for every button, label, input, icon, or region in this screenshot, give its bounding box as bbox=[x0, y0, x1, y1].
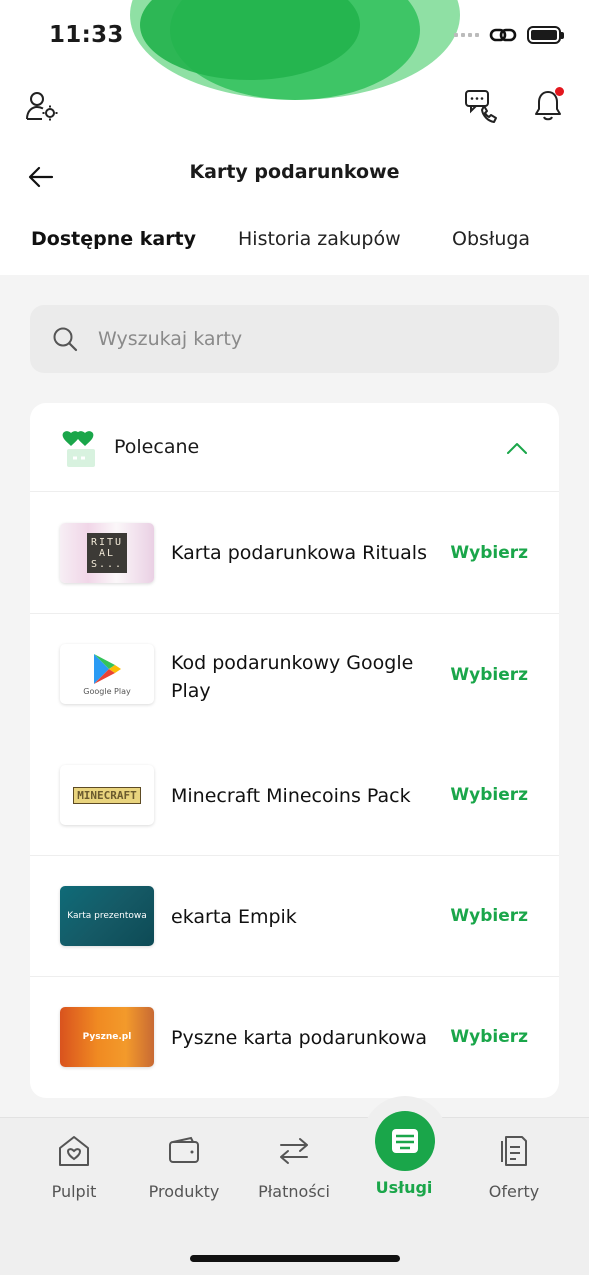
tab-purchase-history[interactable]: Historia zakupów bbox=[238, 228, 401, 250]
status-icons bbox=[454, 26, 564, 44]
rituals-logo: RITUALS... bbox=[60, 523, 154, 583]
nav-item-produkty[interactable]: Produkty bbox=[129, 1134, 239, 1201]
nav-item-uslugi[interactable]: Usługi bbox=[349, 1134, 459, 1197]
home-heart-icon bbox=[59, 1136, 89, 1166]
gift-card-name: ekarta Empik bbox=[171, 906, 297, 928]
nav-item-platnosci[interactable]: Płatności bbox=[239, 1134, 349, 1201]
gift-card-row[interactable]: Google Play Kod podarunkowy Google Play … bbox=[30, 614, 559, 735]
search-input[interactable] bbox=[98, 328, 498, 350]
search-bar[interactable] bbox=[30, 305, 559, 373]
pyszne-logo: Pyszne.pl bbox=[60, 1007, 154, 1067]
home-indicator bbox=[190, 1255, 400, 1262]
contact-button[interactable] bbox=[460, 86, 500, 126]
tab-bar: Dostępne karty Historia zakupów Obsługa bbox=[0, 228, 589, 258]
link-icon bbox=[489, 28, 517, 42]
google-play-logo: Google Play bbox=[60, 644, 154, 704]
select-button[interactable]: Wybierz bbox=[450, 906, 528, 926]
select-button[interactable]: Wybierz bbox=[450, 1027, 528, 1047]
gift-card-name: Karta podarunkowa Rituals bbox=[171, 542, 427, 564]
section-header[interactable]: Polecane bbox=[30, 403, 559, 492]
gift-card-row[interactable]: Pyszne.pl Pyszne karta podarunkowa Wybie… bbox=[30, 977, 559, 1098]
google-play-icon bbox=[94, 654, 121, 684]
battery-icon bbox=[527, 26, 564, 44]
gift-card-row[interactable]: Karta prezentowa ekarta Empik Wybierz bbox=[30, 856, 559, 977]
notification-badge bbox=[555, 87, 564, 96]
gift-hearts-icon bbox=[62, 431, 95, 467]
empik-logo: Karta prezentowa bbox=[60, 886, 154, 946]
user-gear-icon bbox=[26, 92, 58, 121]
minecraft-logo: MINECRAFT bbox=[60, 765, 154, 825]
page-title: Karty podarunkowe bbox=[189, 161, 400, 183]
chat-phone-icon bbox=[465, 90, 497, 123]
select-button[interactable]: Wybierz bbox=[450, 665, 528, 685]
recommended-section: Polecane RITUALS... Karta podarunkowa Ri… bbox=[30, 403, 559, 1098]
gift-card-name: Minecraft Minecoins Pack bbox=[171, 785, 411, 807]
profile-settings-button[interactable] bbox=[24, 88, 60, 124]
wallet-icon bbox=[169, 1136, 199, 1163]
tab-support[interactable]: Obsługa bbox=[452, 228, 530, 250]
nav-item-pulpit[interactable]: Pulpit bbox=[19, 1134, 129, 1201]
notifications-button[interactable] bbox=[530, 86, 566, 124]
offers-document-icon bbox=[501, 1136, 527, 1166]
search-icon bbox=[53, 327, 78, 352]
transfer-arrows-icon bbox=[280, 1138, 308, 1164]
select-button[interactable]: Wybierz bbox=[450, 785, 528, 805]
section-title: Polecane bbox=[114, 436, 200, 458]
select-button[interactable]: Wybierz bbox=[450, 543, 528, 563]
tab-available-cards[interactable]: Dostępne karty bbox=[31, 228, 196, 250]
gift-card-row[interactable]: MINECRAFT Minecraft Minecoins Pack Wybie… bbox=[30, 735, 559, 856]
chevron-up-icon[interactable] bbox=[506, 441, 528, 455]
gift-card-row[interactable]: RITUALS... Karta podarunkowa Rituals Wyb… bbox=[30, 493, 559, 614]
nav-item-oferty[interactable]: Oferty bbox=[459, 1134, 569, 1201]
bottom-navigation: Pulpit Produkty Płatności Usługi Oferty bbox=[0, 1096, 589, 1275]
signal-icon bbox=[454, 33, 479, 37]
status-time: 11:33 bbox=[49, 22, 124, 48]
gift-card-name: Pyszne karta podarunkowa bbox=[171, 1027, 428, 1049]
gift-card-name: Kod podarunkowy Google Play bbox=[171, 652, 414, 702]
